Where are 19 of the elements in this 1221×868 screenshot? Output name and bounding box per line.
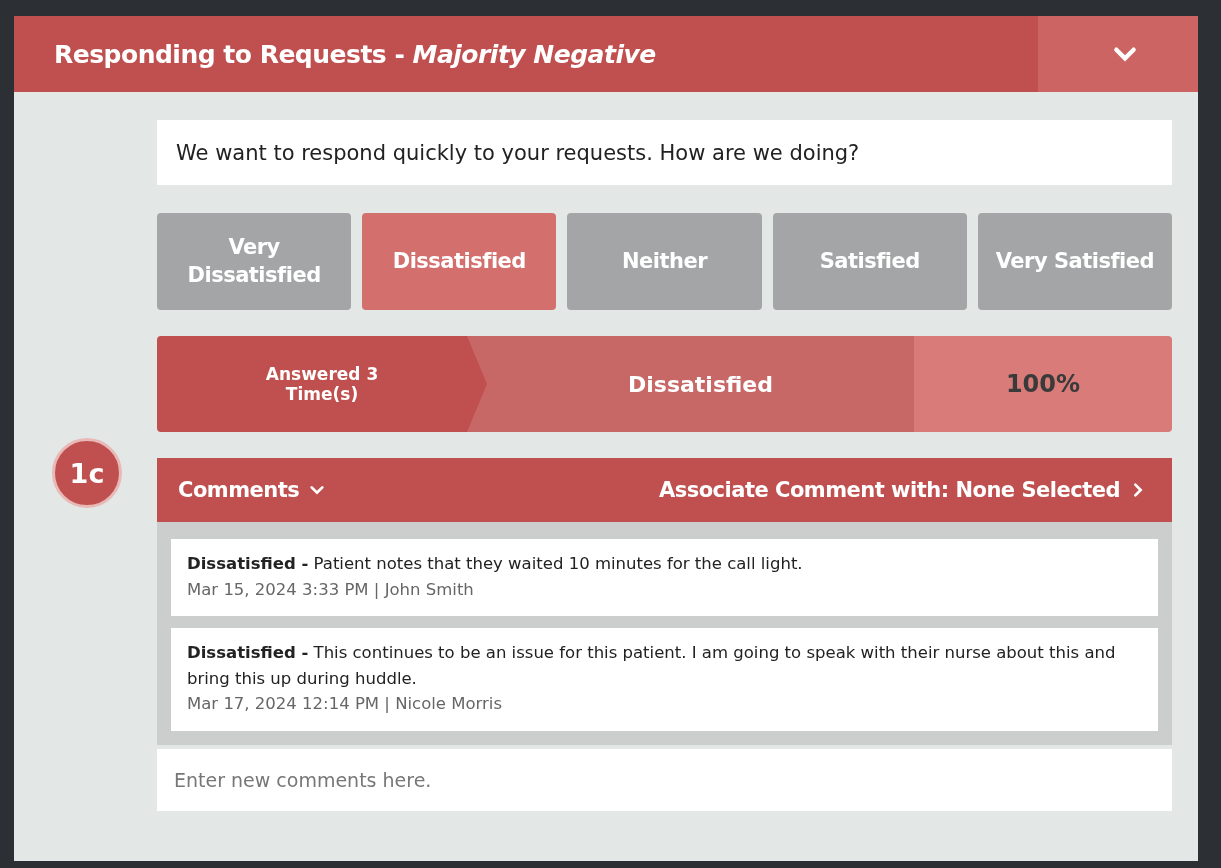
- panel-title: Responding to Requests - Majority Negative: [54, 39, 656, 69]
- rating-option[interactable]: Satisfied: [772, 213, 967, 310]
- rating-option[interactable]: Very Satisfied: [977, 213, 1172, 310]
- rating-option[interactable]: Very Dissatisfied: [157, 213, 352, 310]
- comments-toggle[interactable]: Comments: [178, 478, 326, 502]
- rating-option[interactable]: Dissatisfied: [362, 213, 557, 310]
- percent-label: 100%: [1005, 370, 1081, 398]
- comment-meta: Mar 15, 2024 3:33 PM | John Smith: [187, 578, 475, 601]
- step-badge: 1c: [52, 438, 122, 508]
- collapse-button[interactable]: [1038, 16, 1198, 92]
- comment-input-field[interactable]: Enter new comments here.: [157, 748, 1172, 811]
- question-text: We want to respond quickly to your requests. How are we doing?: [157, 120, 1172, 185]
- answer-label: Dissatisfied: [628, 371, 773, 397]
- comment-meta: Mar 17, 2024 12:14 PM | Nicole Morris: [187, 693, 503, 716]
- associate-comment-link[interactable]: Associate Comment with: None Selected: [658, 478, 1146, 502]
- answered-count: Answered 3 Time(s): [264, 363, 380, 405]
- comment-text: Dissatisfied - This continues to be an issue for this patient. I am going to speak with their nurse about this and bring this up during huddle.: [187, 642, 1117, 690]
- comment-text: Dissatisfied - Patient notes that they waited 10 minutes for the call light.: [187, 553, 804, 575]
- rating-option[interactable]: Neither: [567, 213, 762, 310]
